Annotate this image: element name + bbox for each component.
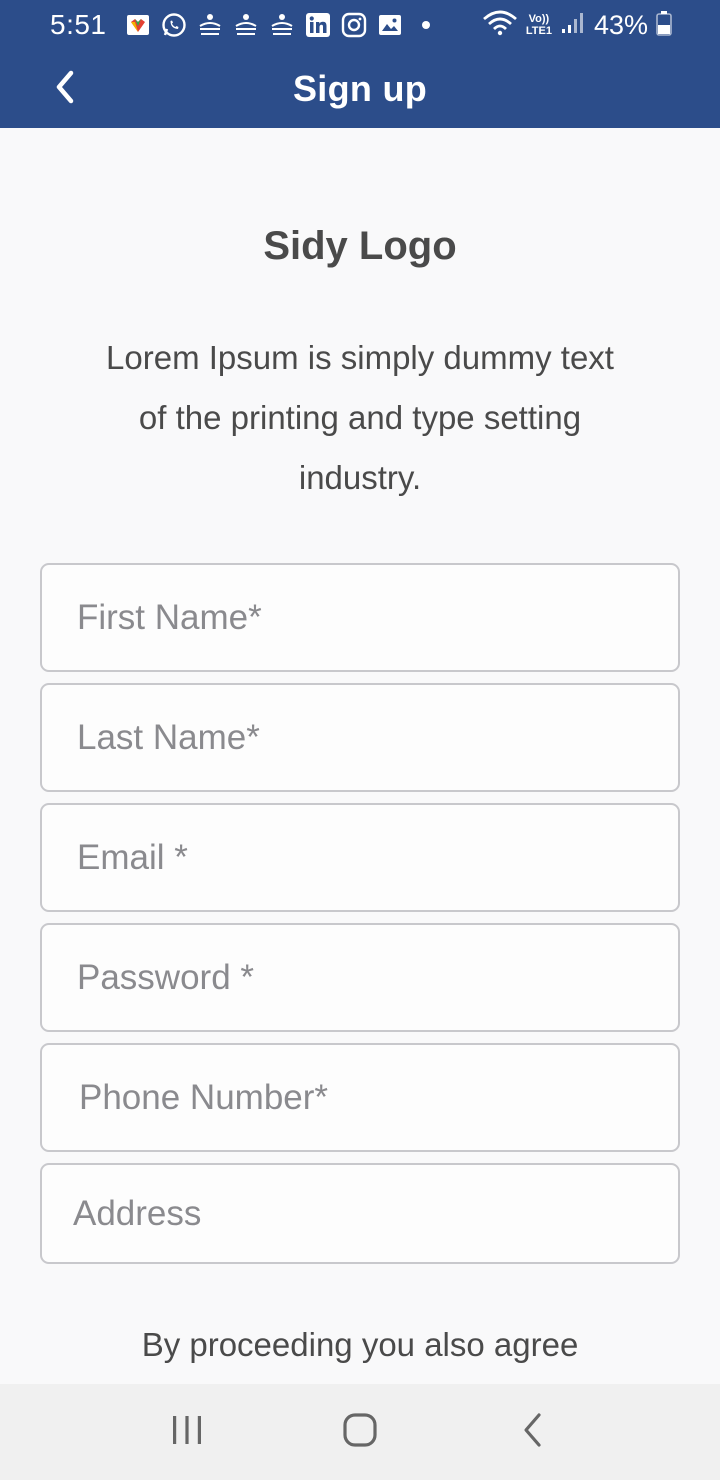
recent-apps-button[interactable]: [147, 1392, 227, 1472]
chevron-left-icon: [50, 69, 80, 110]
status-right: Vo)) LTE1 43%: [482, 9, 672, 42]
dot-icon: [413, 12, 439, 38]
phone-number-input[interactable]: [42, 1045, 678, 1150]
description-text: Lorem Ipsum is simply dummy text of the …: [106, 339, 614, 496]
volte-label: Vo)): [528, 13, 550, 25]
address-input[interactable]: [42, 1165, 678, 1262]
network-label: Vo)) LTE1: [526, 13, 552, 37]
first-name-field[interactable]: [40, 563, 680, 672]
status-time: 5:51: [50, 9, 107, 40]
back-button[interactable]: [40, 64, 90, 114]
terms-text: By proceeding you also agree: [141, 1326, 579, 1363]
last-name-input[interactable]: [42, 685, 678, 790]
wifi-icon: [482, 9, 518, 42]
email-field[interactable]: [40, 803, 680, 912]
signal-icon: [560, 10, 586, 41]
lte-label: LTE1: [525, 25, 552, 37]
linkedin-icon: [305, 12, 331, 38]
app-bar: Sign up: [0, 50, 720, 128]
play-games-icon: [125, 12, 151, 38]
gallery-icon: [377, 12, 403, 38]
battery-icon: [656, 10, 672, 41]
page-title: Sign up: [292, 68, 428, 109]
home-icon: [342, 1412, 378, 1453]
whatsapp-icon: [161, 12, 187, 38]
last-name-field[interactable]: [40, 683, 680, 792]
instagram-icon: [341, 12, 367, 38]
first-name-input[interactable]: [42, 565, 678, 670]
divya-bhaskar-icon: [197, 12, 223, 38]
password-input[interactable]: [42, 925, 678, 1030]
password-field[interactable]: [40, 923, 680, 1032]
logo-text: Sidy Logo: [263, 224, 457, 268]
system-back-button[interactable]: [493, 1392, 573, 1472]
back-icon: [520, 1412, 546, 1453]
email-input[interactable]: [42, 805, 678, 910]
battery-percent: 43%: [593, 9, 648, 40]
phone-number-field[interactable]: [40, 1043, 680, 1152]
status-bar: 5:51 Vo)) LTE1 43%: [0, 0, 720, 50]
home-button[interactable]: [320, 1392, 400, 1472]
recent-apps-icon: [170, 1413, 204, 1452]
notification-icons: [125, 12, 439, 38]
divya-bhaskar-icon: [233, 12, 259, 38]
signup-form-content[interactable]: Sidy Logo Lorem Ipsum is simply dummy te…: [0, 128, 720, 1384]
system-nav-bar: [0, 1384, 720, 1480]
divya-bhaskar-icon: [269, 12, 295, 38]
address-field[interactable]: [40, 1163, 680, 1264]
